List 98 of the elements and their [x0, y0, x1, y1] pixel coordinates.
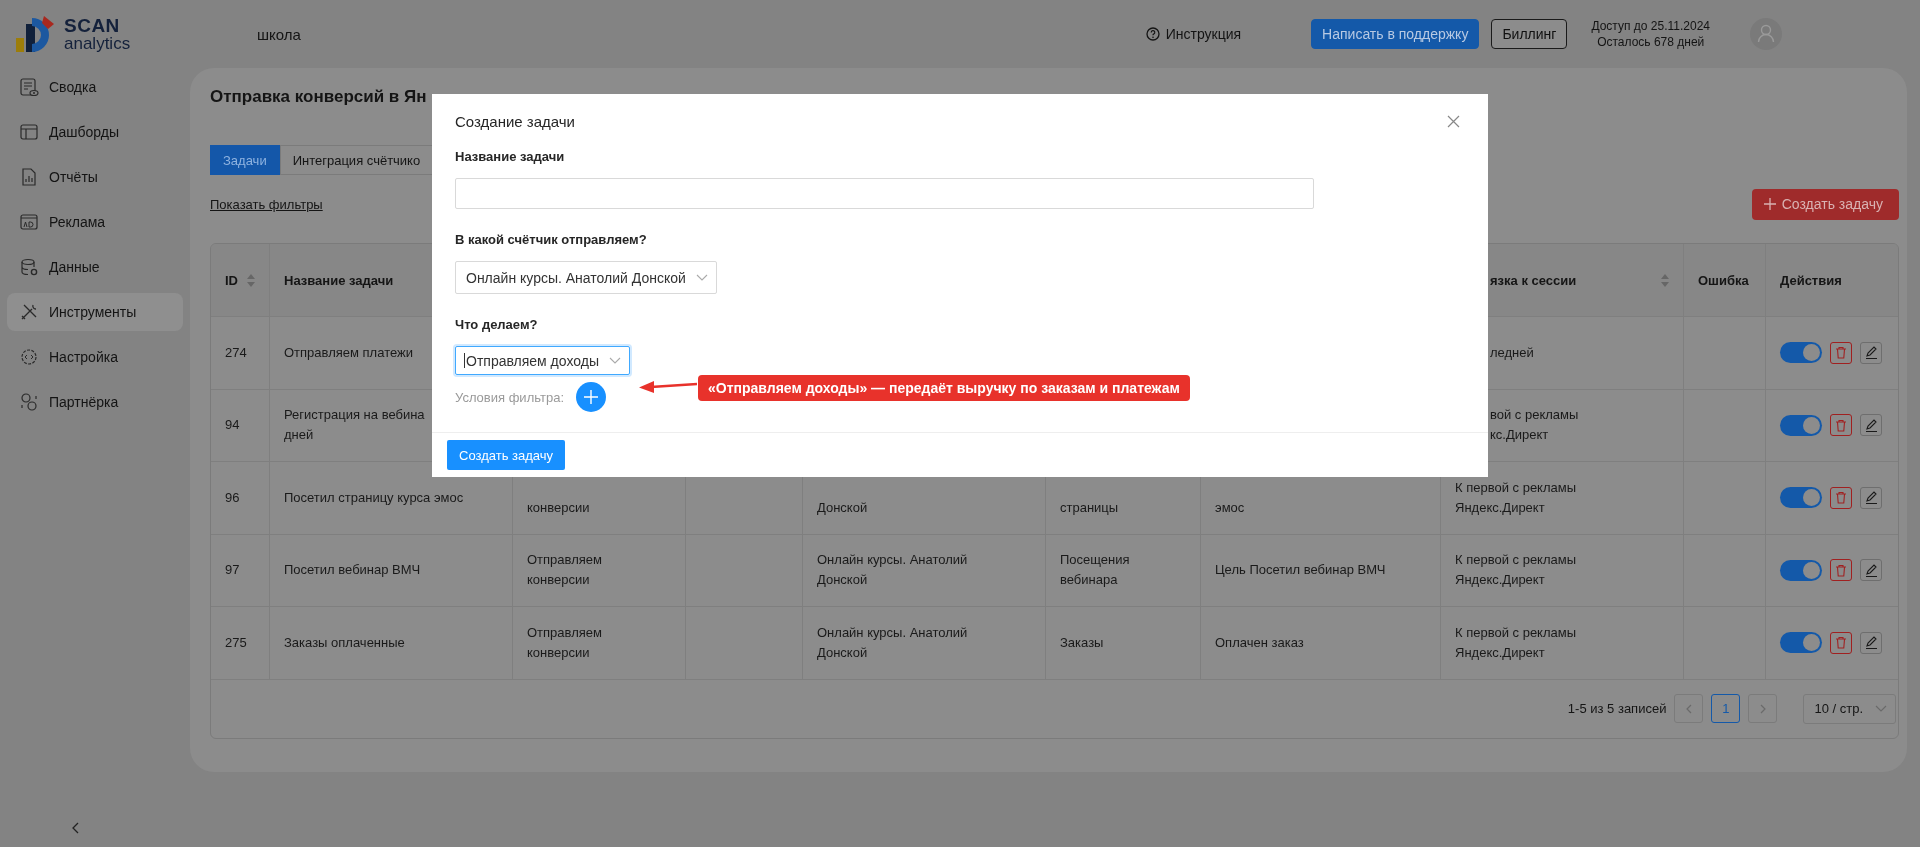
table-cell: Заказы оплаченные [270, 607, 513, 680]
support-button[interactable]: Написать в поддержку [1311, 19, 1480, 49]
column-header: Ошибка [1684, 244, 1766, 317]
tab[interactable]: Задачи [210, 145, 280, 175]
delete-button[interactable] [1830, 341, 1852, 364]
sidebar-item[interactable]: Данные [7, 248, 183, 286]
column-header: Действия [1766, 244, 1898, 317]
trash-icon [1835, 346, 1847, 360]
toggle-switch[interactable] [1780, 342, 1822, 364]
edit-button[interactable] [1860, 486, 1882, 509]
brand-name: SCAN [64, 16, 121, 35]
pencil-icon [1864, 491, 1878, 505]
table-cell: 274 [211, 317, 270, 390]
toggle-switch[interactable] [1780, 487, 1822, 509]
create-task-button[interactable]: Создать задачу [447, 440, 565, 470]
input-field[interactable] [455, 178, 1314, 209]
page-size-select[interactable]: 10 / стр. [1803, 693, 1896, 724]
chevron-down-icon [609, 357, 621, 364]
edit-button[interactable] [1860, 414, 1882, 437]
table-cell: К первой с рекламы Яндекс.Директ [1441, 534, 1684, 607]
table-cell: 96 [211, 462, 270, 535]
sidebar-item[interactable]: Сводка [7, 68, 183, 106]
select-field[interactable]: Отправляем доходы [455, 346, 630, 375]
tools-icon [19, 302, 39, 322]
delete-button[interactable] [1830, 631, 1852, 654]
sidebar-item[interactable]: Настройка [7, 338, 183, 376]
table-cell: Оплачен заказ [1201, 607, 1441, 680]
gear-icon [19, 347, 39, 367]
table-cell: Отправляем конверсии [513, 607, 686, 680]
report-icon [19, 77, 39, 97]
users-icon [19, 392, 39, 412]
delete-button[interactable] [1830, 414, 1852, 437]
sidebar-item[interactable]: Отчёты [7, 158, 183, 196]
toggle-switch[interactable] [1780, 414, 1822, 436]
sidebar-item[interactable]: Партнёрка [7, 383, 183, 421]
logo-icon [16, 14, 54, 54]
database-gear-icon [19, 257, 39, 277]
table-cell: Онлайн курсы. Анатолий Донской [803, 534, 1046, 607]
column-header: ID [211, 244, 270, 317]
sidebar-item[interactable]: Дашборды [7, 113, 183, 151]
dashboard-icon [19, 122, 39, 142]
delete-button[interactable] [1830, 486, 1852, 509]
pencil-icon [1864, 636, 1878, 650]
chevron-right-icon [1759, 703, 1766, 714]
ads-icon [19, 212, 39, 232]
plus-icon [584, 390, 598, 404]
access-date: Доступ до 25.11.2024 [1591, 18, 1710, 34]
chevron-down-icon [1875, 705, 1887, 712]
chart-document-icon [19, 167, 39, 187]
records-summary: 1-5 из 5 записей [1567, 701, 1667, 716]
trash-icon [1835, 636, 1847, 650]
edit-button[interactable] [1860, 631, 1882, 654]
delete-button[interactable] [1830, 559, 1852, 582]
billing-button[interactable]: Биллинг [1491, 19, 1568, 49]
table-cell: Онлайн курсы. Анатолий Донской [803, 607, 1046, 680]
modal-title: Создание задачи [455, 112, 575, 130]
table-cell: Заказы [1046, 607, 1201, 680]
edit-button[interactable] [1860, 341, 1882, 364]
next-page-button[interactable] [1748, 694, 1778, 723]
brand-subtitle: analytics [64, 35, 131, 52]
trash-icon [1835, 563, 1847, 577]
days-left: Осталось 678 дней [1597, 34, 1705, 50]
table-cell: 275 [211, 607, 270, 680]
help-icon [1145, 27, 1160, 41]
avatar-icon[interactable] [1750, 18, 1782, 50]
filters-link[interactable]: Показать фильтры [210, 196, 323, 212]
callout-note: «Отправляем доходы» — передаёт выручку по заказам и платежам [698, 375, 1190, 401]
table-cell: 94 [211, 389, 270, 462]
field-label: Название задачи [455, 149, 566, 166]
table-cell: Посещения вебинара [1046, 534, 1201, 607]
help-link[interactable]: Инструкция [1145, 26, 1242, 42]
sidebar-item[interactable]: Реклама [7, 203, 183, 241]
table-cell: Посетил вебинар ВМЧ [270, 534, 513, 607]
sidebar-item[interactable]: Инструменты [7, 293, 183, 331]
toggle-switch[interactable] [1780, 559, 1822, 581]
close-icon[interactable] [1447, 114, 1460, 128]
tab[interactable]: Интеграция счётчико [279, 145, 434, 175]
chevron-left-icon [1685, 703, 1692, 714]
trash-icon [1835, 491, 1847, 505]
table-cell: 97 [211, 534, 270, 607]
add-filter-button[interactable] [576, 382, 606, 412]
create-task-button[interactable]: Создать задачу [1751, 188, 1899, 220]
plus-icon [1763, 198, 1776, 210]
page-title: Отправка конверсий в Ян [210, 86, 428, 108]
pencil-icon [1864, 418, 1878, 432]
table-cell: Цель Посетил вебинар ВМЧ [1201, 534, 1441, 607]
arrow-drawing [639, 380, 697, 394]
previous-page-button[interactable] [1674, 694, 1704, 723]
table-cell: К первой с рекламы Яндекс.Директ [1441, 607, 1684, 680]
trash-icon [1835, 418, 1847, 432]
pencil-icon [1864, 346, 1878, 360]
project-name: школа [257, 25, 301, 43]
toggle-switch[interactable] [1780, 632, 1822, 654]
chevron-down-icon [695, 274, 708, 281]
select-field[interactable]: Онлайн курсы. Анатолий Донской [455, 261, 717, 294]
pencil-icon [1864, 563, 1878, 577]
table-cell: Отправляем конверсии [513, 534, 686, 607]
edit-button[interactable] [1860, 559, 1882, 582]
